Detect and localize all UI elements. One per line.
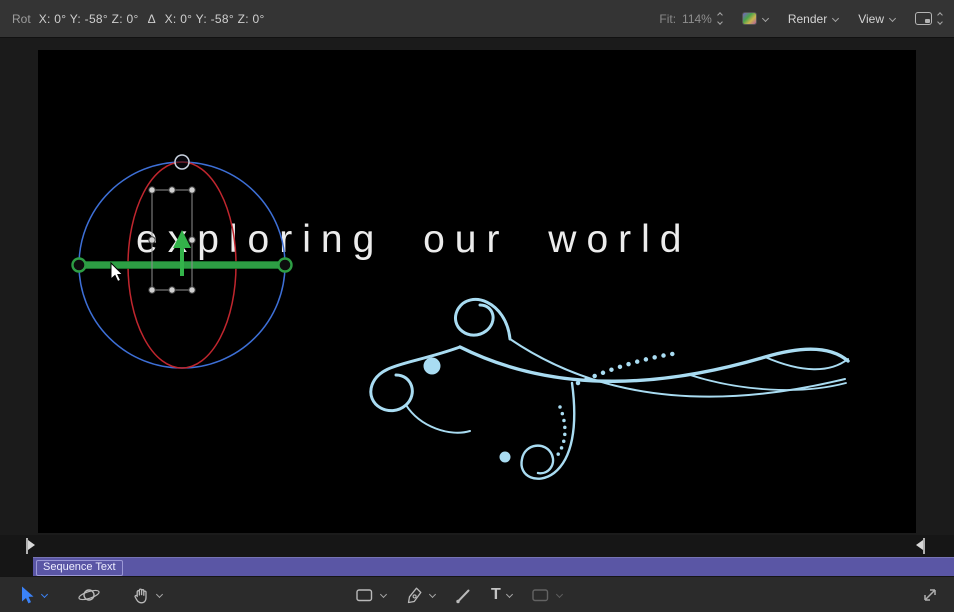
text-tool[interactable]: T <box>489 585 514 605</box>
viewport: exploring our world <box>0 38 954 535</box>
canvas[interactable]: exploring our world <box>38 50 916 533</box>
chevron-up-icon <box>937 12 943 18</box>
rotation-gizmo[interactable] <box>70 150 300 380</box>
expand-canvas-control[interactable] <box>918 583 942 607</box>
zoom-stepper[interactable] <box>718 13 722 24</box>
render-menu-label: Render <box>788 12 827 26</box>
chevron-up-icon <box>717 12 723 18</box>
view-menu[interactable]: View <box>858 12 895 26</box>
top-toolbar: Rot X: 0° Y: -58° Z: 0° Δ X: 0° Y: -58° … <box>0 0 954 38</box>
select-tool-icon <box>18 585 36 605</box>
motion-canvas-window: Rot X: 0° Y: -58° Z: 0° Δ X: 0° Y: -58° … <box>0 0 954 612</box>
rectangle-tool[interactable] <box>352 583 388 607</box>
sequence-text-bar[interactable]: Sequence Text <box>33 557 954 576</box>
delta-symbol: Δ <box>148 12 156 26</box>
resize-icon <box>920 585 940 605</box>
pan-tool[interactable] <box>129 583 164 607</box>
color-swatch-icon <box>742 12 757 25</box>
delta-values: X: 0° Y: -58° Z: 0° <box>165 12 265 26</box>
flourish-graphic[interactable] <box>310 287 850 497</box>
text-tool-icon: T <box>491 587 501 603</box>
display-options-icon <box>915 12 932 25</box>
rotation-label: Rot <box>12 12 31 26</box>
chevron-down-icon <box>832 15 839 22</box>
chevron-down-icon[interactable] <box>156 591 163 598</box>
rotation-values: X: 0° Y: -58° Z: 0° <box>39 12 139 26</box>
color-correction-menu[interactable] <box>742 12 768 25</box>
mask-tool-icon <box>530 585 551 605</box>
play-range-in-marker[interactable] <box>25 538 37 554</box>
orbit-tool-icon <box>77 585 101 605</box>
mask-tool[interactable] <box>528 583 564 607</box>
display-options-control[interactable] <box>915 12 942 25</box>
play-range-out-marker[interactable] <box>914 538 926 554</box>
chevron-down-icon[interactable] <box>41 591 48 598</box>
rectangle-tool-icon <box>354 585 375 605</box>
chevron-down-icon <box>889 15 896 22</box>
bottom-toolbar: T <box>0 576 954 612</box>
bezier-tool-icon <box>404 585 424 605</box>
gizmo-right-handle[interactable] <box>279 259 292 272</box>
bezier-tool[interactable] <box>402 583 437 607</box>
chevron-down-icon[interactable] <box>380 591 387 598</box>
render-menu[interactable]: Render <box>788 12 838 26</box>
selection-handles[interactable] <box>149 187 195 293</box>
display-stepper[interactable] <box>938 13 942 24</box>
chevron-down-icon[interactable] <box>506 591 513 598</box>
gizmo-top-handle[interactable] <box>175 155 189 169</box>
stroke-tool[interactable] <box>451 583 475 607</box>
line-tool-icon <box>453 585 473 605</box>
fit-label: Fit: <box>659 12 676 26</box>
timeline-track-row: Sequence Text <box>0 557 954 576</box>
zoom-control[interactable]: Fit: 114% <box>659 12 721 26</box>
transform-3d-tool[interactable] <box>75 583 103 607</box>
gizmo-up-arrow[interactable] <box>173 230 191 276</box>
hand-tool-icon <box>131 585 151 605</box>
chevron-down-icon[interactable] <box>429 591 436 598</box>
chevron-down-icon <box>717 19 723 25</box>
chevron-down-icon <box>762 15 769 22</box>
mini-timeline[interactable] <box>0 535 954 557</box>
view-menu-label: View <box>858 12 884 26</box>
gizmo-left-handle[interactable] <box>73 259 86 272</box>
chevron-down-icon <box>937 19 943 25</box>
select-tool[interactable] <box>16 583 49 607</box>
mouse-cursor-icon <box>110 262 126 284</box>
chevron-down-icon[interactable] <box>556 591 563 598</box>
zoom-value: 114% <box>682 12 712 26</box>
sequence-text-label: Sequence Text <box>36 560 123 576</box>
